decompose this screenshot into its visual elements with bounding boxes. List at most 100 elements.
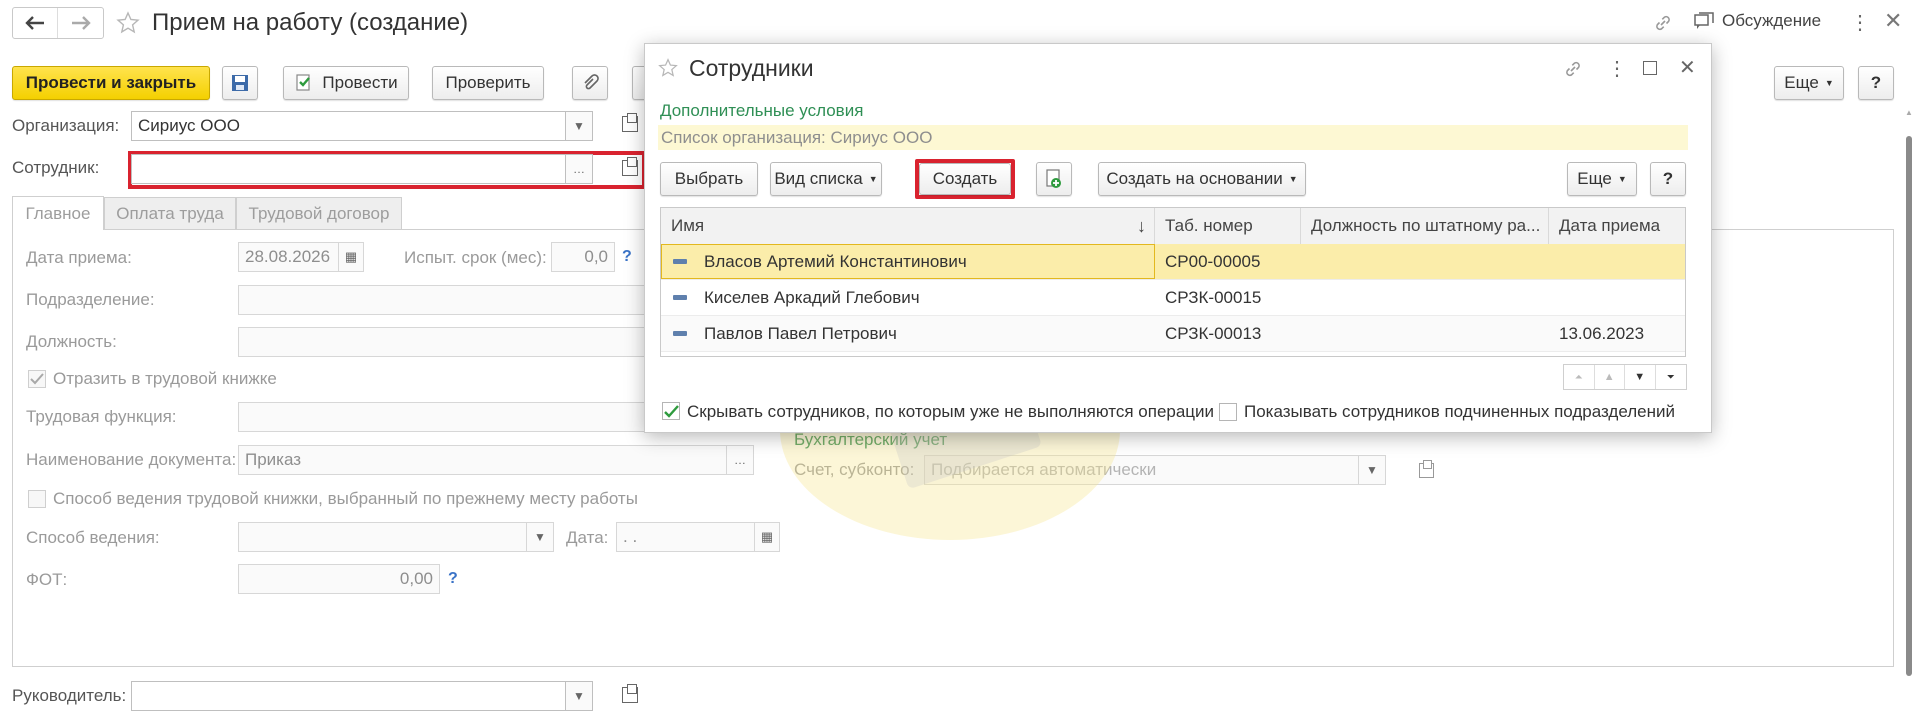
more-button[interactable]: Еще ▼ bbox=[1774, 66, 1844, 100]
show-subordinate-checkbox[interactable] bbox=[1219, 403, 1237, 421]
tab-labor-contract[interactable]: Трудовой договор bbox=[236, 197, 402, 229]
calendar-icon: ▦ bbox=[344, 249, 358, 264]
account-dropdown-button[interactable]: ▼ bbox=[1358, 455, 1386, 485]
employee-select-button[interactable]: … bbox=[565, 154, 593, 184]
dialog-close-icon[interactable]: ✕ bbox=[1679, 55, 1696, 80]
organization-dropdown-button[interactable]: ▼ bbox=[565, 111, 593, 141]
attach-button[interactable] bbox=[572, 66, 608, 100]
column-header-position[interactable]: Должность по штатному ра... bbox=[1301, 208, 1549, 244]
cell-tab-number: СРЗК-00013 bbox=[1165, 324, 1262, 343]
close-window-icon[interactable]: ✕ bbox=[1884, 8, 1902, 34]
cell-hire-date: 13.06.2023 bbox=[1559, 324, 1645, 343]
organization-label: Организация: bbox=[12, 116, 120, 135]
forward-button[interactable] bbox=[58, 8, 103, 38]
employee-label: Сотрудник: bbox=[12, 158, 100, 177]
create-button[interactable]: Создать bbox=[919, 163, 1011, 195]
method-field[interactable]: ▼ bbox=[238, 522, 554, 552]
cell-name: Власов Артемий Константинович bbox=[704, 252, 967, 271]
fot-help-icon[interactable]: ? bbox=[448, 570, 458, 588]
manager-open-icon[interactable] bbox=[622, 684, 638, 703]
copy-button[interactable] bbox=[1036, 162, 1072, 196]
back-button[interactable] bbox=[13, 8, 59, 38]
go-first-icon[interactable]: ⏶ bbox=[1564, 365, 1595, 389]
column-header-name[interactable]: Имя ↓ bbox=[661, 208, 1155, 244]
go-down-icon[interactable]: ▼ bbox=[1625, 365, 1656, 389]
arrow-right-icon bbox=[71, 16, 91, 30]
manager-field[interactable]: ▼ bbox=[131, 681, 593, 711]
organization-open-icon[interactable] bbox=[622, 113, 638, 132]
labor-function-field[interactable] bbox=[238, 402, 658, 432]
org-filter-text: Список организация: Сириус ООО bbox=[661, 128, 933, 147]
department-field[interactable] bbox=[238, 285, 658, 315]
accounting-link[interactable]: Бухгалтерский учет bbox=[794, 430, 947, 450]
post-and-close-button[interactable]: Провести и закрыть bbox=[12, 66, 210, 100]
tab-salary[interactable]: Оплата труда bbox=[104, 197, 236, 229]
prev-workbook-method-label: Способ ведения трудовой книжки, выбранны… bbox=[53, 489, 638, 508]
tab-main[interactable]: Главное bbox=[12, 196, 104, 230]
scrollbar[interactable]: ▲ bbox=[1903, 108, 1915, 688]
favorite-star-icon[interactable] bbox=[658, 58, 678, 78]
dialog-more-label: Еще bbox=[1577, 169, 1612, 188]
employee-field[interactable]: … bbox=[131, 154, 593, 184]
doc-name-field[interactable]: Приказ … bbox=[238, 445, 754, 475]
account-open-icon[interactable] bbox=[1419, 460, 1434, 478]
paperclip-icon bbox=[584, 74, 599, 90]
prev-workbook-method-checkbox[interactable] bbox=[28, 490, 46, 508]
dialog-more-button[interactable]: Еще ▼ bbox=[1567, 162, 1637, 196]
maximize-icon[interactable] bbox=[1643, 61, 1657, 75]
labor-function-label: Трудовая функция: bbox=[26, 407, 177, 426]
caret-down-icon: ▼ bbox=[573, 689, 585, 703]
cell-name: Киселев Аркадий Глебович bbox=[704, 288, 920, 307]
manager-label: Руководитель: bbox=[12, 686, 127, 705]
doc-name-select-button[interactable]: … bbox=[726, 445, 754, 475]
date-calendar-button[interactable]: ▦ bbox=[754, 522, 780, 552]
dialog-help-button[interactable]: ? bbox=[1650, 162, 1686, 196]
table-row[interactable]: Киселев Аркадий Глебович СРЗК-00015 bbox=[661, 280, 1685, 316]
employee-open-icon[interactable] bbox=[622, 157, 638, 176]
extra-conditions-link[interactable]: Дополнительные условия bbox=[660, 101, 863, 121]
fot-field[interactable]: 0,00 bbox=[238, 564, 440, 594]
grid-nav: ⏶ ▲ ▼ ⏷ bbox=[1563, 364, 1687, 390]
favorite-star-icon[interactable] bbox=[116, 11, 140, 35]
organization-value: Сириус ООО bbox=[138, 116, 240, 135]
discussion-button[interactable]: Обсуждение bbox=[1694, 11, 1821, 31]
table-row[interactable]: Власов Артемий Константинович СР00-00005 bbox=[661, 244, 1685, 280]
post-document-icon bbox=[296, 74, 311, 91]
save-button[interactable] bbox=[222, 66, 258, 100]
position-label: Должность: bbox=[26, 332, 117, 351]
probation-field[interactable]: 0,0 bbox=[551, 242, 615, 272]
organization-field[interactable]: Сириус ООО ▼ bbox=[131, 111, 593, 141]
dialog-menu-icon[interactable]: ⋮ bbox=[1607, 56, 1627, 81]
create-based-on-button[interactable]: Создать на основании ▼ bbox=[1098, 162, 1306, 196]
help-button[interactable]: ? bbox=[1858, 66, 1894, 100]
date-label: Дата: bbox=[566, 528, 609, 547]
select-button[interactable]: Выбрать bbox=[660, 162, 758, 196]
post-button[interactable]: Провести bbox=[283, 66, 409, 100]
list-view-button[interactable]: Вид списка ▼ bbox=[770, 162, 882, 196]
probation-help-icon[interactable]: ? bbox=[622, 248, 632, 266]
table-row[interactable]: Павлов Павел Петрович СРЗК-00013 13.06.2… bbox=[661, 316, 1685, 352]
go-last-icon[interactable]: ⏷ bbox=[1656, 365, 1686, 389]
date-field[interactable]: . . ▦ bbox=[616, 522, 780, 552]
go-up-icon[interactable]: ▲ bbox=[1595, 365, 1625, 389]
employee-row-icon bbox=[673, 331, 687, 336]
link-icon[interactable] bbox=[1652, 12, 1674, 34]
column-header-hire-date[interactable]: Дата приема bbox=[1549, 208, 1685, 244]
manager-dropdown-button[interactable]: ▼ bbox=[565, 681, 593, 711]
scroll-up-arrow-icon[interactable]: ▲ bbox=[1905, 108, 1913, 117]
column-header-tab-number[interactable]: Таб. номер bbox=[1155, 208, 1301, 244]
hire-date-field[interactable]: 28.08.2026 ▦ bbox=[238, 242, 364, 272]
calendar-button[interactable]: ▦ bbox=[338, 242, 364, 272]
account-field[interactable]: Подбирается автоматически ▼ bbox=[924, 455, 1386, 485]
window-menu-icon[interactable]: ⋮ bbox=[1850, 10, 1870, 35]
floppy-disk-icon bbox=[232, 75, 248, 91]
reflect-workbook-checkbox[interactable] bbox=[28, 370, 46, 388]
checkmark-icon bbox=[663, 404, 679, 418]
create-based-on-label: Создать на основании bbox=[1106, 169, 1283, 188]
position-field[interactable] bbox=[238, 327, 658, 357]
link-icon[interactable] bbox=[1562, 58, 1584, 80]
hide-employees-checkbox[interactable] bbox=[662, 402, 680, 420]
method-dropdown-button[interactable]: ▼ bbox=[526, 522, 554, 552]
check-button[interactable]: Проверить bbox=[432, 66, 544, 100]
scrollbar-thumb[interactable] bbox=[1906, 136, 1912, 676]
